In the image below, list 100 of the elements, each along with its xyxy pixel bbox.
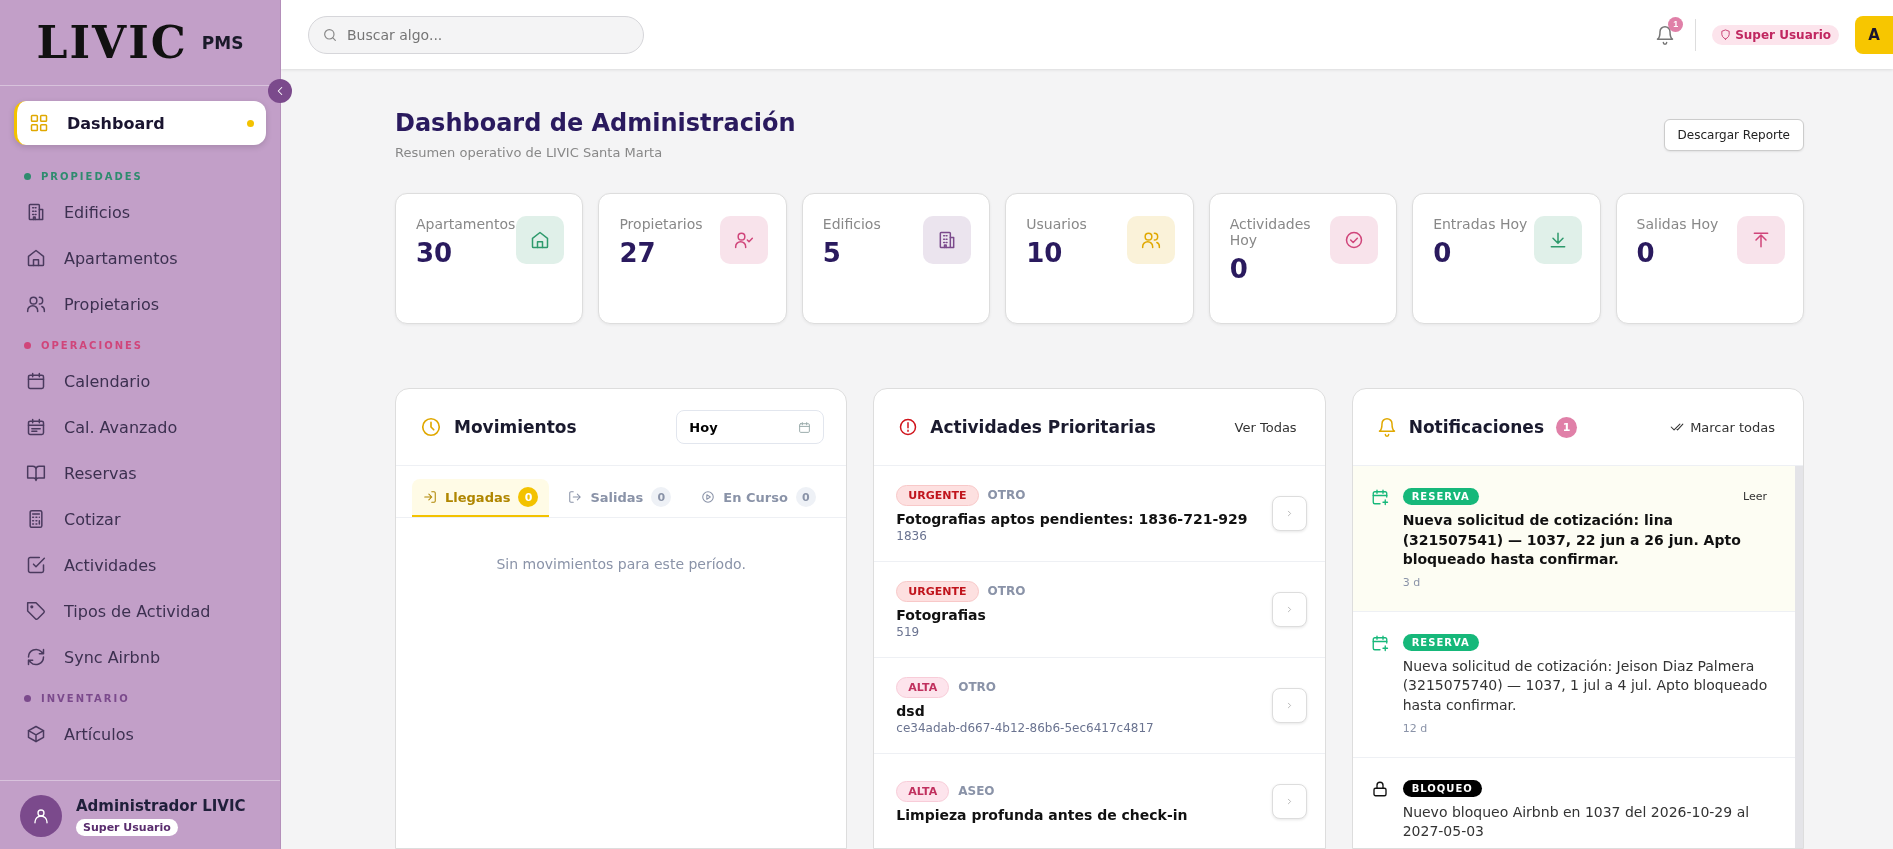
mark-all-button[interactable]: Marcar todas xyxy=(1664,418,1781,436)
panel-title: Actividades Prioritarias xyxy=(930,417,1156,437)
box-icon xyxy=(26,724,46,744)
stat-value: 27 xyxy=(619,238,657,268)
notification-text: Nueva solicitud de cotización: Jeison Diaz Palmera (3215075740) — 1037, 1 jul a 4 jul. Apto bloqueado hasta confirmar. xyxy=(1402,656,1769,715)
read-button[interactable]: Leer xyxy=(1737,489,1773,504)
nav-item[interactable]: Cotizar xyxy=(14,497,266,541)
checkbox-icon xyxy=(26,555,46,575)
activity-subtitle: 1836 xyxy=(896,528,928,543)
notification-item[interactable]: RESERVA Nueva solicitud de cotización: Jeison Diaz Palmera (3215075740) — 1037, 1 jul a 4 jul. Apto bloqueado hasta confirmar. 12 d xyxy=(1352,611,1795,758)
date-filter[interactable]: Hoy xyxy=(676,410,825,444)
stat-label: Salidas Hoy xyxy=(1636,216,1720,232)
nav-item[interactable]: Apartamentos xyxy=(14,236,266,280)
building-icon xyxy=(26,202,46,222)
view-all-link[interactable]: Ver Todas xyxy=(1228,418,1303,436)
open-button[interactable] xyxy=(1271,688,1307,723)
nav-item[interactable]: Dashboard xyxy=(14,101,266,145)
calendar-icon xyxy=(26,417,46,437)
tab[interactable]: En Curso 0 xyxy=(690,479,827,517)
open-button[interactable] xyxy=(1271,592,1307,627)
calendar-plus-icon xyxy=(1370,633,1389,652)
priority-tag: ALTA xyxy=(896,676,950,698)
stat-value: 30 xyxy=(416,238,454,268)
notification-time: 12 d xyxy=(1402,721,1429,735)
nav-item[interactable]: Edificios xyxy=(14,190,266,234)
activity-item[interactable]: URGENTE OTRO Fotografias aptos pendientes: 1836-721-929 1836 xyxy=(874,466,1325,562)
user-check-icon xyxy=(733,230,754,250)
activity-subtitle: ce34adab-d667-4b12-86b6-5ec6417c4817 xyxy=(896,720,1155,735)
alert-icon xyxy=(898,417,919,437)
count-badge: 0 xyxy=(518,487,539,507)
category-label: OTRO xyxy=(958,680,997,694)
activity-title: Limpieza profunda antes de check-in xyxy=(896,806,1189,823)
activity-title: dsd xyxy=(896,702,926,719)
notification-item[interactable]: RESERVA Leer Nueva solicitud de cotización: lina (321507541) — 1037, 22 jun a 26 jun. Apto bloqueado hasta confirmar. 3 d xyxy=(1352,466,1795,612)
notification-tag: BLOQUEO xyxy=(1402,779,1482,797)
nav-item[interactable]: Actividades xyxy=(14,543,266,587)
stat-label: Apartamentos xyxy=(416,216,513,232)
book-icon xyxy=(26,463,46,483)
nav-item[interactable]: Reservas xyxy=(14,451,266,495)
tab[interactable]: Llegadas 0 xyxy=(412,479,550,517)
panel-title: Movimientos xyxy=(454,417,577,437)
nav-item[interactable]: Cal. Avanzado xyxy=(14,405,266,449)
notification-tag: RESERVA xyxy=(1402,633,1479,651)
empty-message: Sin movimientos para este período. xyxy=(495,555,747,574)
calculator-icon xyxy=(26,509,46,529)
category-label: OTRO xyxy=(987,488,1026,502)
section-title: INVENTARIO xyxy=(41,693,130,704)
play-circle-icon xyxy=(701,490,716,504)
upload-icon xyxy=(1751,230,1771,250)
priority-tag: ALTA xyxy=(896,780,950,802)
section-title: OPERACIONES xyxy=(41,340,144,351)
logout-icon xyxy=(568,490,583,504)
collapse-button[interactable] xyxy=(268,79,292,103)
search-field[interactable]: Buscar algo... xyxy=(308,15,644,54)
tab[interactable]: Salidas 0 xyxy=(557,479,683,517)
refresh-icon xyxy=(26,647,46,667)
priority-tag: URGENTE xyxy=(896,580,979,602)
nav-item[interactable]: Sync Airbnb xyxy=(14,635,266,679)
stat-label: Entradas Hoy xyxy=(1433,216,1529,232)
nav-item[interactable]: Artículos xyxy=(14,712,266,756)
login-icon xyxy=(423,490,437,504)
activity-title: Fotografias aptos pendientes: 1836-721-929 xyxy=(896,510,1249,527)
open-button[interactable] xyxy=(1271,496,1307,531)
page-subtitle: Resumen operativo de LIVIC Santa Marta xyxy=(395,145,664,160)
open-button[interactable] xyxy=(1271,784,1307,819)
stat-label: Usuarios xyxy=(1026,216,1088,232)
activity-title: Fotografias xyxy=(896,606,987,623)
role-label: Super Usuario xyxy=(1735,27,1831,42)
grid-icon xyxy=(29,113,49,133)
active-indicator-dot xyxy=(247,119,254,127)
count-badge: 0 xyxy=(795,487,816,507)
notification-text: Nueva solicitud de cotización: lina (321507541) — 1037, 22 jun a 26 jun. Apto bloqueado hasta confirmar. xyxy=(1402,511,1742,570)
calendar-icon xyxy=(26,371,46,391)
activity-item[interactable]: ALTA ASEO Limpieza profunda antes de check-in xyxy=(874,754,1325,848)
category-label: ASEO xyxy=(958,784,995,798)
house-icon xyxy=(530,230,551,250)
stat-value: 0 xyxy=(1636,238,1656,268)
nav-item[interactable]: Tipos de Actividad xyxy=(14,589,266,633)
stat-label: Actividades Hoy xyxy=(1229,216,1312,248)
panel-title: Notificaciones xyxy=(1408,417,1544,437)
activity-item[interactable]: ALTA OTRO dsd ce34adab-d667-4b12-86b6-5ec6417c4817 xyxy=(874,658,1325,754)
stat-value: 10 xyxy=(1026,238,1064,268)
users-icon xyxy=(26,294,46,314)
user-icon xyxy=(32,807,50,825)
notification-text: Nuevo bloqueo Airbnb en 1037 del 2026-10-29 al 2027-05-03 xyxy=(1402,802,1751,842)
notification-item[interactable]: BLOQUEO Nuevo bloqueo Airbnb en 1037 del 2026-10-29 al 2027-05-03 xyxy=(1352,757,1795,848)
count-badge: 1 xyxy=(1556,416,1577,438)
activity-subtitle: 519 xyxy=(896,624,921,639)
user-avatar[interactable]: A xyxy=(1855,15,1893,54)
activity-item[interactable]: URGENTE OTRO Fotografias 519 xyxy=(874,562,1325,658)
notification-badge: 1 xyxy=(1668,16,1684,32)
role-badge: Super Usuario xyxy=(76,818,178,836)
clock-icon xyxy=(420,416,442,438)
section-title: PROPIEDADES xyxy=(41,171,143,182)
nav-item[interactable]: Propietarios xyxy=(14,282,266,326)
notification-time: 3 d xyxy=(1402,575,1422,589)
nav-item[interactable]: Calendario xyxy=(14,359,266,403)
check-circle-icon xyxy=(1344,230,1365,250)
download-report-button[interactable]: Descargar Reporte xyxy=(1663,119,1804,151)
lock-icon xyxy=(1370,779,1389,798)
